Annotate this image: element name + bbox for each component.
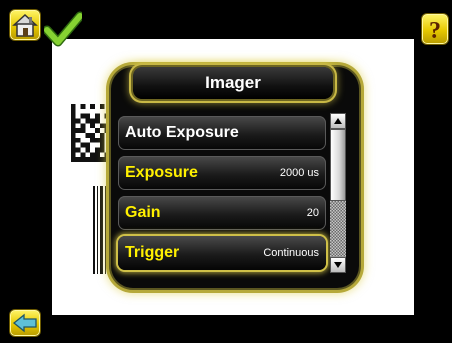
menu-item-auto-exposure[interactable]: Auto Exposure bbox=[118, 116, 326, 150]
back-arrow-icon bbox=[12, 313, 37, 333]
menu-item-label: Gain bbox=[125, 204, 161, 221]
help-button[interactable]: ? bbox=[421, 13, 449, 45]
menu-item-value: Continuous bbox=[263, 247, 319, 259]
back-button[interactable] bbox=[9, 309, 41, 337]
device-screen: ? Imager Auto Exposure Exposure 2000 us … bbox=[0, 0, 452, 343]
scroll-up-arrow-icon bbox=[334, 118, 342, 124]
scroll-up-button[interactable] bbox=[330, 113, 346, 129]
menu-item-label: Exposure bbox=[125, 164, 198, 181]
checkmark-icon bbox=[44, 11, 82, 47]
menu-item-trigger[interactable]: Trigger Continuous bbox=[118, 236, 326, 270]
scroll-thumb[interactable] bbox=[330, 129, 346, 201]
menu-item-value: 2000 us bbox=[279, 167, 319, 179]
menu-item-gain[interactable]: Gain 20 bbox=[118, 196, 326, 230]
menu-item-label: Auto Exposure bbox=[125, 124, 239, 141]
home-button[interactable] bbox=[9, 9, 41, 41]
scroll-down-arrow-icon bbox=[334, 262, 342, 268]
menu-item-value: 20 bbox=[306, 207, 319, 219]
scroll-down-button[interactable] bbox=[330, 257, 346, 273]
svg-text:?: ? bbox=[429, 18, 441, 44]
question-mark-icon: ? bbox=[429, 18, 441, 44]
home-icon bbox=[12, 13, 38, 37]
menu-scrollbar[interactable] bbox=[330, 113, 346, 273]
menu-title: Imager bbox=[133, 67, 333, 99]
menu-item-label: Trigger bbox=[125, 244, 180, 261]
menu-item-exposure[interactable]: Exposure 2000 us bbox=[118, 156, 326, 190]
